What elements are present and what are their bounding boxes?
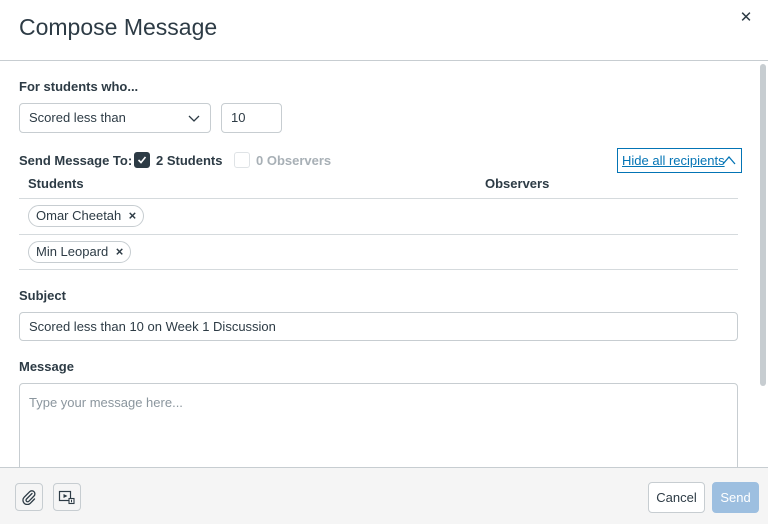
criteria-select[interactable]: Scored less than — [19, 103, 211, 133]
paperclip-icon — [22, 490, 36, 505]
checkbox-checked[interactable] — [134, 152, 150, 168]
divider — [19, 269, 738, 270]
scrollbar[interactable] — [760, 64, 766, 386]
remove-recipient-icon[interactable]: × — [129, 206, 137, 226]
criteria-label: For students who... — [19, 79, 139, 94]
modal-header: Compose Message ✕ — [0, 0, 768, 61]
checkbox-unchecked[interactable] — [234, 152, 250, 168]
observers-column-header: Observers — [485, 176, 550, 191]
attach-file-button[interactable] — [15, 483, 43, 511]
send-to-label: Send Message To: — [19, 153, 133, 168]
observers-option-label: 0 Observers — [256, 152, 332, 168]
recipient-name: Min Leopard — [36, 244, 109, 259]
media-record-icon — [58, 490, 75, 505]
score-input[interactable]: 10 — [221, 103, 282, 133]
subject-input[interactable]: Scored less than 10 on Week 1 Discussion — [19, 312, 738, 341]
recipient-name: Omar Cheetah — [36, 208, 122, 223]
divider — [19, 198, 738, 199]
remove-recipient-icon[interactable]: × — [116, 242, 124, 262]
hide-recipients-label: Hide all recipients — [622, 153, 725, 168]
message-textarea[interactable]: Type your message here... — [19, 383, 738, 467]
modal-footer: Cancel Send — [0, 467, 768, 524]
send-button[interactable]: Send — [712, 482, 759, 513]
observers-checkbox[interactable]: 0 Observers — [234, 152, 331, 168]
record-media-button[interactable] — [53, 483, 81, 511]
subject-label: Subject — [19, 288, 66, 303]
hide-recipients-button[interactable]: Hide all recipients — [617, 148, 742, 173]
checkmark-icon — [137, 156, 147, 164]
recipient-chip: Min Leopard × — [28, 241, 132, 263]
chevron-down-icon — [188, 115, 200, 122]
compose-message-modal: Compose Message ✕ For students who... Sc… — [0, 0, 768, 524]
chevron-up-icon — [722, 156, 736, 165]
modal-body: For students who... Scored less than 10 … — [0, 62, 768, 467]
close-icon[interactable]: ✕ — [738, 10, 754, 26]
modal-title: Compose Message — [19, 14, 218, 40]
message-label: Message — [19, 359, 74, 374]
students-column-header: Students — [28, 176, 84, 191]
students-option-label: 2 Students — [156, 152, 223, 168]
divider — [19, 234, 738, 235]
students-checkbox[interactable]: 2 Students — [134, 152, 222, 168]
recipient-chip: Omar Cheetah × — [28, 205, 145, 227]
criteria-select-value: Scored less than — [29, 110, 126, 125]
cancel-button[interactable]: Cancel — [648, 482, 705, 513]
